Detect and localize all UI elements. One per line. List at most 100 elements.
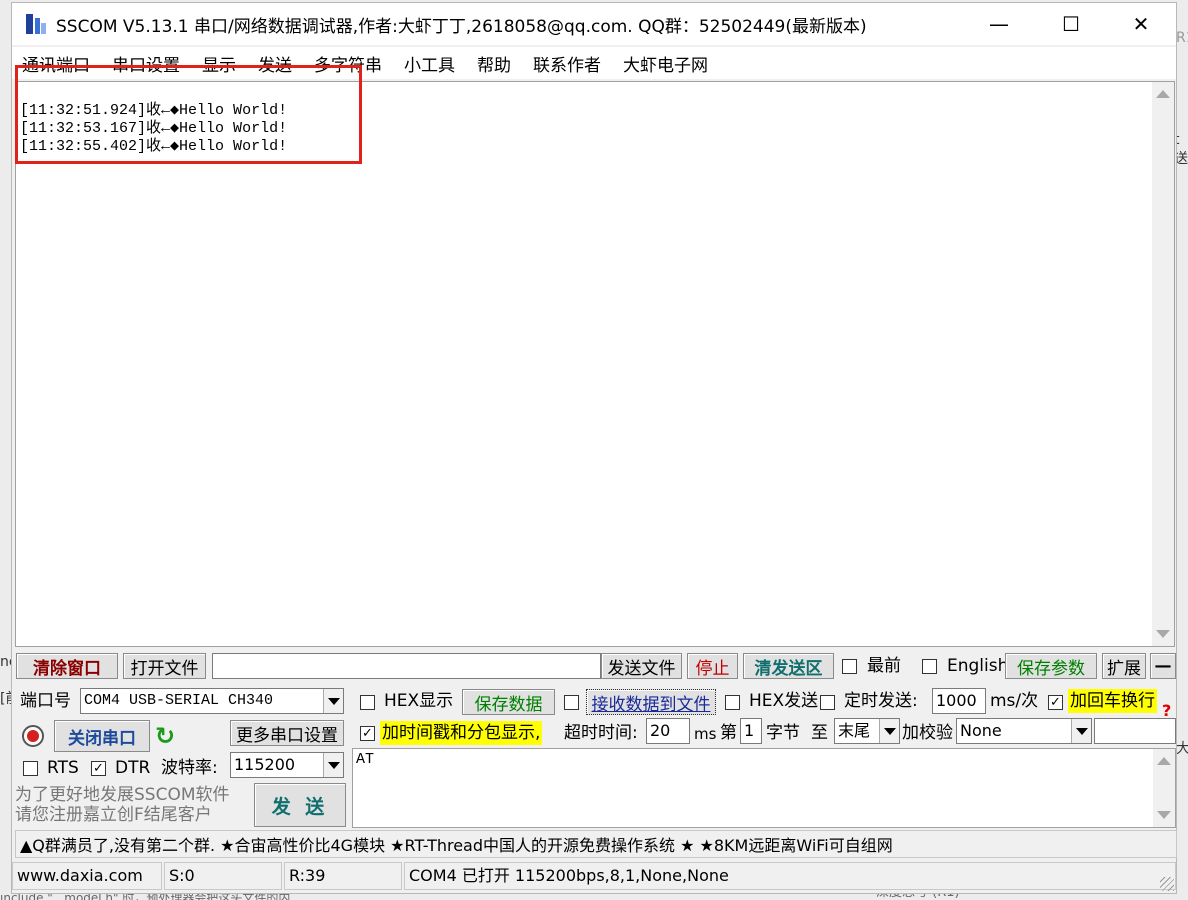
send-scrollbar[interactable] xyxy=(1153,749,1175,827)
recv-to-file-checkbox[interactable] xyxy=(564,695,579,710)
background-text-bottom-code: include "...model.h" 时，预处理器会把这头文件的内 xyxy=(0,894,290,900)
resize-grip-icon[interactable] xyxy=(1160,877,1174,891)
hex-display-label: HEX显示 xyxy=(384,691,454,711)
timeout-unit: ms xyxy=(694,725,717,743)
maximize-icon: ☐ xyxy=(1062,12,1080,36)
recv-to-file-button[interactable]: 接收数据到文件 xyxy=(586,689,716,715)
promo-bar[interactable]: ▲Q群满员了,没有第二个群. ★合宙高性价比4G模块 ★RT-Thread中国人… xyxy=(15,830,1177,858)
chevron-down-icon[interactable] xyxy=(323,753,343,777)
close-port-button[interactable]: 关闭串口 xyxy=(54,720,150,752)
close-button[interactable]: ✕ xyxy=(1106,3,1176,45)
close-port-label: 关闭串口 xyxy=(68,728,136,749)
port-label: 端口号 xyxy=(20,691,71,711)
status-sent-count: S:0 xyxy=(164,862,282,890)
scroll-up-icon[interactable] xyxy=(1156,90,1170,98)
checksum-select[interactable]: None xyxy=(956,718,1092,744)
minimize-icon: — xyxy=(989,12,1009,36)
background-text-lower: 大 xyxy=(1176,741,1188,757)
baud-label: 波特率: xyxy=(161,758,218,778)
dtr-label: DTR xyxy=(115,758,151,778)
maximize-button[interactable]: ☐ xyxy=(1036,3,1106,45)
status-port-state: COM4 已打开 115200bps,8,1,None,None xyxy=(404,862,1176,890)
scroll-down-icon[interactable] xyxy=(1156,630,1170,638)
send-label: 发 送 xyxy=(271,795,329,818)
expand-button[interactable]: 扩展 xyxy=(1102,653,1146,679)
port-value: COM4 USB-SERIAL CH340 xyxy=(84,692,274,709)
hex-display-checkbox[interactable] xyxy=(360,695,375,710)
nth-label: 第 xyxy=(720,723,737,743)
receive-area[interactable]: [11:32:51.924]收←◆Hello World! [11:32:53.… xyxy=(15,81,1175,647)
hex-send-checkbox[interactable] xyxy=(725,695,740,710)
end-select[interactable]: 末尾 xyxy=(834,718,900,744)
sent-count: S:0 xyxy=(169,866,195,885)
byte-label: 字节 xyxy=(766,723,800,743)
sscom-window: SSCOM V5.13.1 串口/网络数据调试器,作者:大虾丁丁,2618058… xyxy=(11,2,1177,894)
close-icon: ✕ xyxy=(1132,12,1150,36)
save-params-label: 保存参数 xyxy=(1017,658,1085,679)
refresh-icon[interactable]: ↻ xyxy=(155,724,179,748)
receive-scrollbar[interactable] xyxy=(1152,82,1174,646)
recv-to-file-label: 接收数据到文件 xyxy=(591,694,711,715)
menu-tools[interactable]: 小工具 xyxy=(404,51,455,76)
timestamp-label: 加时间戳和分包显示, xyxy=(380,721,543,745)
menu-daxia-website[interactable]: 大虾电子网 xyxy=(623,51,708,76)
more-port-settings-label: 更多串口设置 xyxy=(236,725,338,746)
window-title: SSCOM V5.13.1 串口/网络数据调试器,作者:大虾丁丁,2618058… xyxy=(56,16,867,37)
clear-send-button[interactable]: 清发送区 xyxy=(743,653,834,679)
save-data-label: 保存数据 xyxy=(474,694,543,715)
to-label: 至 xyxy=(811,723,828,743)
status-website[interactable]: www.daxia.com xyxy=(12,862,162,890)
send-button[interactable]: 发 送 xyxy=(254,783,346,827)
app-logo-icon xyxy=(24,11,48,37)
save-data-button[interactable]: 保存数据 xyxy=(462,689,555,715)
english-label: English xyxy=(947,656,1009,676)
baud-value: 115200 xyxy=(234,755,296,774)
more-port-settings-button[interactable]: 更多串口设置 xyxy=(230,720,344,746)
send-file-button[interactable]: 发送文件 xyxy=(601,653,682,679)
rts-label: RTS xyxy=(47,758,79,778)
minimize-button[interactable]: — xyxy=(964,3,1034,45)
clear-window-button[interactable]: 清除窗口 xyxy=(16,653,118,679)
send-input[interactable]: AT xyxy=(352,748,1176,828)
received-count: R:39 xyxy=(289,866,326,885)
timed-send-checkbox[interactable] xyxy=(820,695,835,710)
baud-select[interactable]: 115200 xyxy=(230,752,344,778)
scroll-up-icon[interactable] xyxy=(1157,757,1171,765)
checksum-label: 加校验 xyxy=(902,723,953,743)
collapse-icon: — xyxy=(1154,656,1172,676)
interval-input[interactable]: 1000 xyxy=(932,688,986,714)
nth-byte-input[interactable]: 1 xyxy=(740,718,762,744)
clear-window-label: 清除窗口 xyxy=(33,658,101,679)
rts-checkbox[interactable] xyxy=(23,761,38,776)
timeout-input[interactable]: 20 xyxy=(646,718,690,744)
send-file-label: 发送文件 xyxy=(607,658,676,679)
stop-button[interactable]: 停止 xyxy=(687,653,738,679)
scroll-down-icon[interactable] xyxy=(1157,811,1171,819)
port-select[interactable]: COM4 USB-SERIAL CH340 xyxy=(80,688,344,714)
chevron-down-icon[interactable] xyxy=(1071,719,1091,743)
save-params-button[interactable]: 保存参数 xyxy=(1005,653,1097,679)
checksum-result-field[interactable] xyxy=(1094,718,1176,744)
chevron-down-icon[interactable] xyxy=(879,719,899,743)
add-crlf-label: 加回车换行 xyxy=(1068,689,1157,713)
highlight-annotation xyxy=(15,65,362,164)
collapse-button[interactable]: — xyxy=(1150,653,1176,679)
clear-send-label: 清发送区 xyxy=(754,658,823,679)
file-path-field[interactable] xyxy=(212,653,601,679)
promo-line-1: 为了更好地发展SSCOM软件 xyxy=(15,785,230,805)
chevron-down-icon[interactable] xyxy=(323,689,343,713)
timestamp-checkbox[interactable]: ✓ xyxy=(360,726,375,741)
title-bar[interactable]: SSCOM V5.13.1 串口/网络数据调试器,作者:大虾丁丁,2618058… xyxy=(12,3,1176,45)
port-state-text: COM4 已打开 115200bps,8,1,None,None xyxy=(409,866,729,885)
add-crlf-checkbox[interactable]: ✓ xyxy=(1048,695,1063,710)
topmost-label: 最前 xyxy=(867,656,901,676)
menu-help[interactable]: 帮助 xyxy=(477,51,511,76)
open-file-label: 打开文件 xyxy=(130,658,199,679)
menu-contact-author[interactable]: 联系作者 xyxy=(533,51,601,76)
topmost-checkbox[interactable] xyxy=(842,659,857,674)
english-checkbox[interactable] xyxy=(922,659,937,674)
end-value: 末尾 xyxy=(838,721,871,740)
open-file-button[interactable]: 打开文件 xyxy=(123,653,206,679)
expand-label: 扩展 xyxy=(1107,658,1141,679)
dtr-checkbox[interactable]: ✓ xyxy=(91,761,106,776)
